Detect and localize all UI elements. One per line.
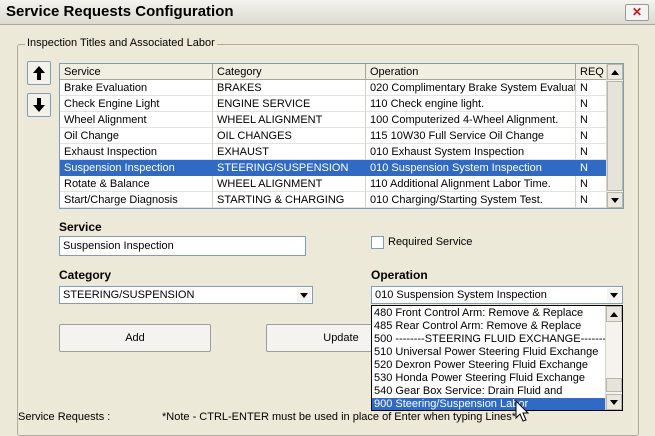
cell-service: Wheel Alignment (60, 112, 213, 128)
service-label: Service (59, 220, 102, 234)
cell-operation: 110 Check engine light. (366, 96, 576, 112)
scroll-thumb[interactable] (607, 81, 623, 191)
cell-req: N (576, 192, 607, 208)
table-row[interactable]: Wheel Alignment WHEEL ALIGNMENT 100 Comput… (60, 112, 607, 128)
table-row[interactable]: Exhaust Inspection EXHAUST 010 Exhaust Sys… (60, 144, 607, 160)
move-up-button[interactable] (27, 61, 51, 85)
add-button[interactable]: Add (59, 324, 211, 352)
dropdown-item[interactable]: 900 Steering/Suspension Labor (372, 398, 608, 410)
cell-category: ENGINE SERVICE (213, 96, 366, 112)
window-title: Service Requests Configuration (6, 3, 234, 20)
cell-operation: 010 Exhaust System Inspection (366, 144, 576, 160)
category-value: STEERING/SUSPENSION (63, 289, 195, 301)
cell-operation: 115 10W30 Full Service Oil Change (366, 128, 576, 144)
scroll-down-icon (610, 399, 618, 405)
table-row[interactable]: Brake Evaluation BRAKES 020 Complimentary … (60, 80, 607, 96)
cell-service: Exhaust Inspection (60, 144, 213, 160)
dropdown-item[interactable]: 540 Gear Box Service: Drain Fluid and (372, 385, 608, 398)
table-row[interactable]: Oil Change OIL CHANGES 115 10W30 Full Serv… (60, 128, 607, 144)
ctrl-enter-note: *Note - CTRL-ENTER must be used in place… (162, 411, 516, 423)
dropdown-item[interactable]: 530 Honda Power Steering Fluid Exchange (372, 372, 608, 385)
operation-select[interactable]: 010 Suspension System Inspection (371, 286, 623, 304)
operation-label: Operation (371, 268, 428, 282)
dropdown-item[interactable]: 510 Universal Power Steering Fluid Excha… (372, 346, 608, 359)
cell-req: N (576, 112, 607, 128)
scroll-up-icon (611, 69, 619, 75)
dropdown-scroll-thumb[interactable] (606, 378, 622, 392)
operation-dropdown-list[interactable]: 480 Front Control Arm: Remove & Replace 4… (371, 305, 623, 411)
scroll-down-icon (611, 197, 619, 203)
close-button[interactable]: ✕ (625, 4, 649, 21)
scroll-up-button[interactable] (607, 64, 623, 80)
cell-service: Rotate & Balance (60, 176, 213, 192)
dropdown-item[interactable]: 485 Rear Control Arm: Remove & Replace (372, 320, 608, 333)
list-scrollbar[interactable] (606, 64, 623, 208)
list-header: Service Category Operation REQ (60, 64, 607, 80)
cell-operation: 010 Charging/Starting System Test. (366, 192, 576, 208)
cell-operation: 110 Additional Alignment Labor Time. (366, 176, 576, 192)
header-service[interactable]: Service (60, 64, 213, 80)
cell-req: N (576, 128, 607, 144)
cell-req: N (576, 80, 607, 96)
cell-req: N (576, 160, 607, 176)
cell-category: WHEEL ALIGNMENT (213, 112, 366, 128)
operation-value: 010 Suspension System Inspection (375, 289, 547, 301)
cell-category: WHEEL ALIGNMENT (213, 176, 366, 192)
header-req[interactable]: REQ (576, 64, 607, 80)
service-input[interactable]: Suspension Inspection (59, 236, 306, 256)
table-row[interactable]: Rotate & Balance WHEEL ALIGNMENT 110 Addit… (60, 176, 607, 192)
service-requests-label: Service Requests : (18, 411, 111, 423)
cell-req: N (576, 96, 607, 112)
dropdown-item[interactable]: 500 --------STEERING FLUID EXCHANGE-----… (372, 333, 608, 346)
cell-category: EXHAUST (213, 144, 366, 160)
required-service-label: Required Service (388, 236, 473, 248)
dropdown-scroll-down-button[interactable] (606, 394, 622, 410)
cell-req: N (576, 176, 607, 192)
category-select[interactable]: STEERING/SUSPENSION (59, 286, 313, 304)
cell-category: STEERING/SUSPENSION (213, 160, 366, 176)
cell-category: BRAKES (213, 80, 366, 96)
cell-req: N (576, 144, 607, 160)
cell-operation: 100 Computerized 4-Wheel Alignment. (366, 112, 576, 128)
chevron-down-icon[interactable] (297, 288, 311, 302)
title-bar: Service Requests Configuration ✕ (0, 0, 655, 25)
cell-service: Suspension Inspection (60, 160, 213, 176)
table-row[interactable]: Check Engine Light ENGINE SERVICE 110 Chec… (60, 96, 607, 112)
scroll-down-button[interactable] (607, 192, 623, 208)
scroll-up-icon (610, 311, 618, 317)
arrow-up-icon (33, 66, 45, 80)
cell-category: STARTING & CHARGING (213, 192, 366, 208)
cell-service: Oil Change (60, 128, 213, 144)
services-list[interactable]: Service Category Operation REQ Brake Eva… (59, 63, 624, 209)
table-row[interactable]: Suspension Inspection STEERING/SUSPENSION… (60, 160, 607, 176)
dropdown-item[interactable]: 480 Front Control Arm: Remove & Replace (372, 307, 608, 320)
dropdown-scroll-up-button[interactable] (606, 306, 622, 322)
cell-operation: 020 Complimentary Brake System Evaluatio… (366, 80, 576, 96)
cell-service: Start/Charge Diagnosis (60, 192, 213, 208)
header-category[interactable]: Category (213, 64, 366, 80)
close-icon: ✕ (631, 5, 643, 19)
header-operation[interactable]: Operation (366, 64, 576, 80)
cell-service: Check Engine Light (60, 96, 213, 112)
dropdown-scrollbar[interactable] (605, 306, 622, 410)
cell-category: OIL CHANGES (213, 128, 366, 144)
cell-service: Brake Evaluation (60, 80, 213, 96)
category-label: Category (59, 268, 112, 282)
table-row[interactable]: Start/Charge Diagnosis STARTING & CHARGIN… (60, 192, 607, 208)
group-label: Inspection Titles and Associated Labor (25, 37, 217, 49)
arrow-down-icon (33, 98, 45, 112)
cell-operation: 010 Suspension System Inspection (366, 160, 576, 176)
dropdown-item[interactable]: 520 Dexron Power Steering Fluid Exchange (372, 359, 608, 372)
required-service-checkbox[interactable] (371, 236, 384, 249)
move-down-button[interactable] (27, 93, 51, 117)
chevron-down-icon[interactable] (607, 288, 621, 302)
mouse-cursor-icon (515, 400, 530, 422)
